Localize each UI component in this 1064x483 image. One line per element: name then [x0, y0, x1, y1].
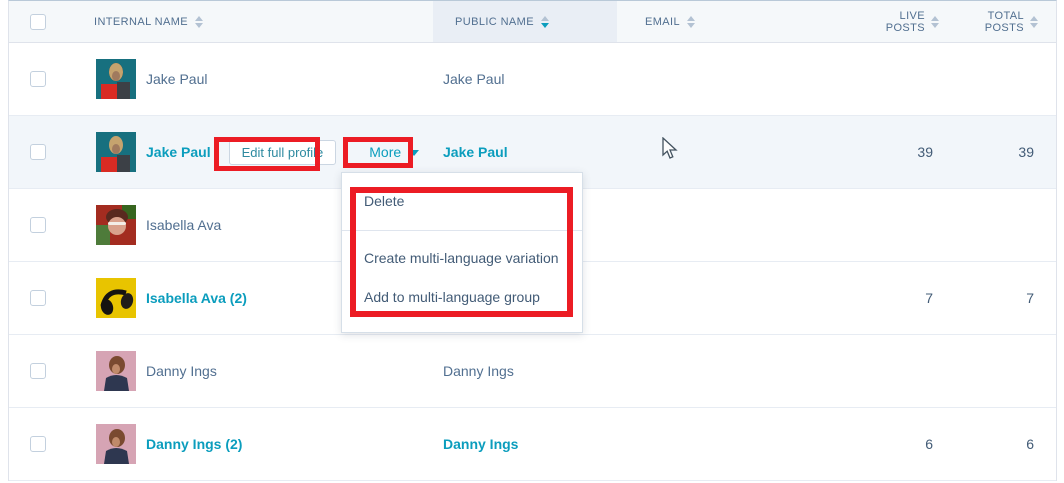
- sort-icon: [687, 16, 695, 28]
- isabella-ava-photo: [96, 205, 136, 245]
- danny-ings-photo: [96, 351, 136, 391]
- email-cell: [617, 262, 857, 334]
- live-posts-cell: [857, 43, 957, 115]
- annotation-box-edit-full-profile: [214, 137, 320, 171]
- column-header-total-posts[interactable]: TOTALPOSTS: [957, 1, 1056, 42]
- table-row: Danny Ings (2) Danny Ings 6 6: [9, 408, 1056, 481]
- total-posts-cell: [957, 189, 1056, 261]
- column-label: EMAIL: [645, 16, 680, 28]
- jake-paul-photo: [96, 59, 136, 99]
- jake-paul-photo: [96, 132, 136, 172]
- select-all-cell: [9, 1, 66, 42]
- annotation-box-menu-items: [350, 187, 573, 317]
- danny-ings-photo: [96, 424, 136, 464]
- annotation-box-more-dropdown: [343, 137, 413, 168]
- public-name-link[interactable]: Danny Ings: [433, 408, 617, 480]
- sort-icon: [1030, 16, 1038, 28]
- email-cell: [617, 43, 857, 115]
- sort-icon: [931, 16, 939, 28]
- row-checkbox-cell: [9, 43, 66, 115]
- row-checkbox-cell: [9, 116, 66, 188]
- internal-name-link[interactable]: Jake Paul: [146, 144, 211, 160]
- column-label: LIVEPOSTS: [886, 10, 925, 34]
- row-checkbox[interactable]: [30, 290, 46, 306]
- live-posts-cell: 39: [857, 116, 957, 188]
- row-checkbox[interactable]: [30, 436, 46, 452]
- row-checkbox-cell: [9, 262, 66, 334]
- live-posts-cell: 6: [857, 408, 957, 480]
- row-checkbox-cell: [9, 335, 66, 407]
- column-header-live-posts[interactable]: LIVEPOSTS: [857, 1, 957, 42]
- sort-icon: [195, 16, 203, 28]
- internal-name-text: Isabella Ava: [146, 217, 221, 233]
- total-posts-cell: 39: [957, 116, 1056, 188]
- public-name-cell: Jake Paul: [433, 43, 617, 115]
- live-posts-cell: 7: [857, 262, 957, 334]
- headphones-photo: [96, 278, 136, 318]
- internal-name-cell: Danny Ings: [66, 335, 433, 407]
- total-posts-cell: [957, 335, 1056, 407]
- row-checkbox[interactable]: [30, 363, 46, 379]
- table-row: Danny Ings Danny Ings: [9, 335, 1056, 408]
- total-posts-cell: 7: [957, 262, 1056, 334]
- column-label: TOTALPOSTS: [985, 10, 1024, 34]
- row-checkbox[interactable]: [30, 71, 46, 87]
- row-checkbox[interactable]: [30, 144, 46, 160]
- email-cell: [617, 335, 857, 407]
- sort-desc-icon: [541, 16, 549, 28]
- column-label: INTERNAL NAME: [94, 16, 188, 28]
- select-all-checkbox[interactable]: [30, 14, 46, 30]
- column-header-email[interactable]: EMAIL: [617, 1, 857, 42]
- live-posts-cell: [857, 335, 957, 407]
- live-posts-cell: [857, 189, 957, 261]
- row-checkbox-cell: [9, 189, 66, 261]
- email-cell: [617, 408, 857, 480]
- internal-name-text: Danny Ings: [146, 363, 217, 379]
- internal-name-link[interactable]: Danny Ings (2): [146, 436, 242, 452]
- public-name-cell: Danny Ings: [433, 335, 617, 407]
- internal-name-text: Jake Paul: [146, 71, 207, 87]
- column-header-public-name[interactable]: PUBLIC NAME: [433, 1, 617, 42]
- email-cell: [617, 116, 857, 188]
- column-label: PUBLIC NAME: [455, 16, 534, 28]
- table-header-row: INTERNAL NAME PUBLIC NAME EMAIL LIVEPOST…: [9, 1, 1056, 43]
- total-posts-cell: [957, 43, 1056, 115]
- row-checkbox-cell: [9, 408, 66, 480]
- total-posts-cell: 6: [957, 408, 1056, 480]
- internal-name-link[interactable]: Isabella Ava (2): [146, 290, 247, 306]
- authors-table-page: INTERNAL NAME PUBLIC NAME EMAIL LIVEPOST…: [0, 0, 1064, 483]
- table-row: Jake Paul Jake Paul: [9, 43, 1056, 116]
- cursor-icon: [660, 137, 680, 161]
- internal-name-cell: Danny Ings (2): [66, 408, 433, 480]
- column-header-internal-name[interactable]: INTERNAL NAME: [66, 1, 433, 42]
- email-cell: [617, 189, 857, 261]
- row-checkbox[interactable]: [30, 217, 46, 233]
- internal-name-cell: Jake Paul: [66, 43, 433, 115]
